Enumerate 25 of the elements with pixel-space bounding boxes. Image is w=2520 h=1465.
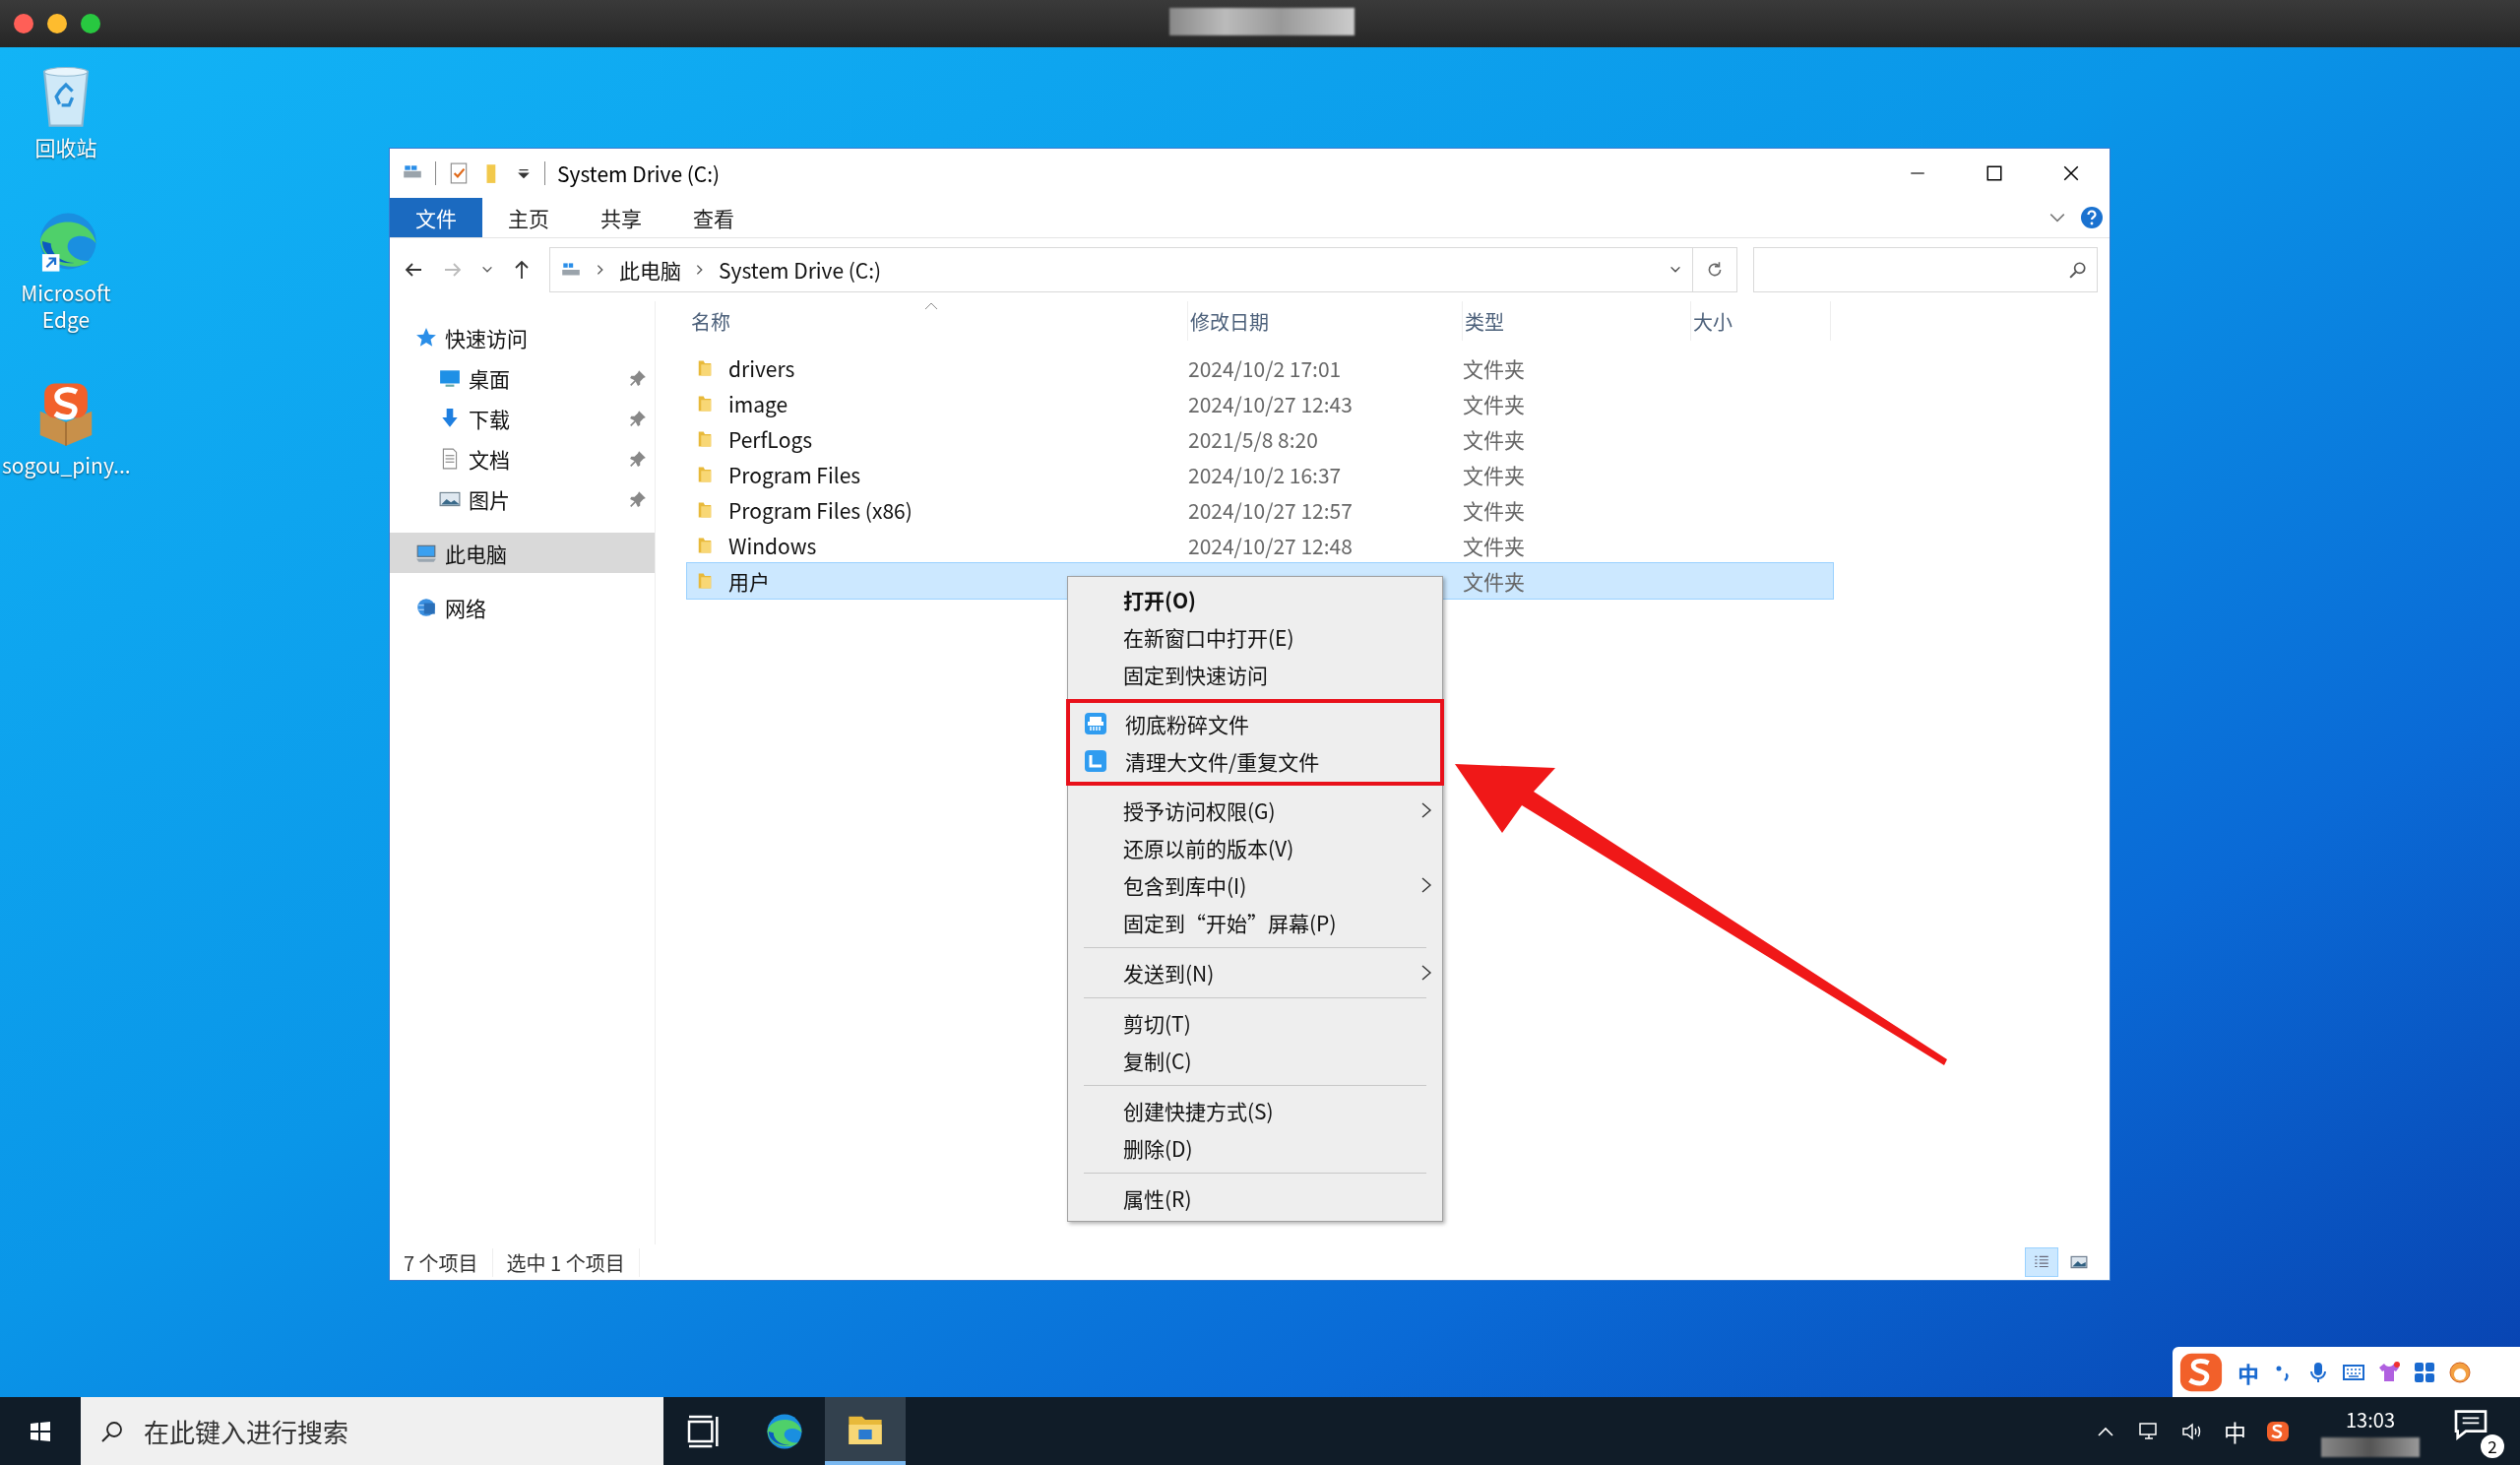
status-text: 选中 1 个项目 (506, 1247, 640, 1277)
type-cell: 文件夹 (1463, 495, 1525, 525)
notification-count: 2 (2481, 1433, 2504, 1458)
date-cell: 2024/10/27 12:48 (1188, 531, 1353, 560)
file-name: Program Files (728, 460, 861, 489)
file-name: Windows (728, 531, 817, 560)
window-title: System Drive (C:) (557, 159, 721, 188)
date-cell: 2024/10/27 12:43 (1188, 389, 1353, 418)
type-cell: 文件夹 (1463, 460, 1525, 489)
date-cell: 2024/10/2 17:01 (1188, 353, 1342, 383)
type-cell: 文件夹 (1463, 424, 1525, 454)
file-name: 用户 (728, 566, 770, 596)
date-cell: 2024/10/2 16:37 (1188, 460, 1342, 489)
date-cell: 2024/10/27 12:57 (1188, 495, 1353, 525)
date-cell: 2021/5/8 8:20 (1188, 424, 1318, 454)
type-cell: 文件夹 (1463, 353, 1525, 383)
time-text: 13:03 (2346, 1405, 2395, 1433)
type-cell: 文件夹 (1463, 531, 1525, 560)
status-text: 7 个项目 (404, 1247, 493, 1277)
file-name: PerfLogs (728, 424, 813, 454)
file-name: Program Files (x86) (728, 495, 913, 525)
type-cell: 文件夹 (1463, 389, 1525, 418)
file-name: drivers (728, 353, 795, 383)
type-cell: 文件夹 (1463, 566, 1525, 596)
file-name: image (728, 389, 788, 418)
